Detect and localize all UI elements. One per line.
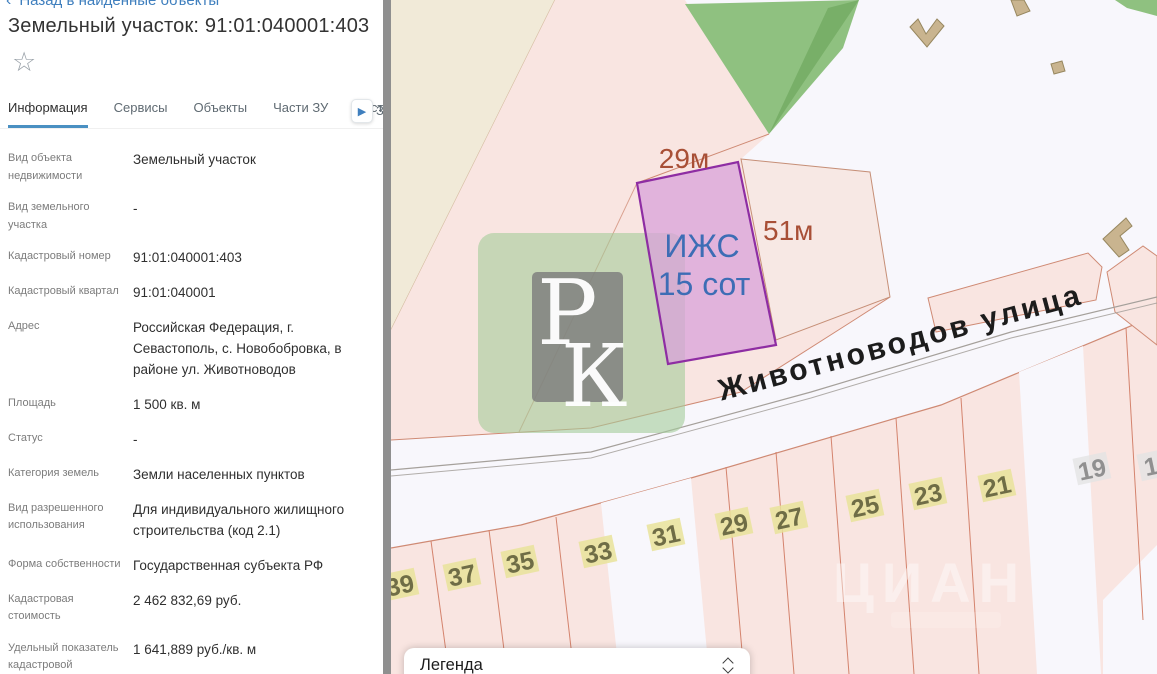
field-label: Удельный показатель кадастровой стоимост…: [8, 640, 133, 674]
legend-collapse-toggle-icon[interactable]: [722, 657, 734, 674]
field-value: Российская Федерация, г. Севастополь, с.…: [133, 318, 370, 381]
field-row: Вид объекта недвижимостиЗемельный участо…: [8, 150, 370, 185]
tab-objects[interactable]: Объекты: [193, 100, 247, 128]
svg-text:23: 23: [912, 478, 945, 511]
svg-text:31: 31: [650, 519, 683, 552]
svg-text:21: 21: [981, 470, 1014, 503]
field-value: 1 500 кв. м: [133, 395, 370, 416]
field-value: 1 641,889 руб./кв. м: [133, 640, 370, 674]
field-label: Вид земельного участка: [8, 199, 133, 234]
pkk-letter-k: К: [561, 327, 628, 427]
plot-area-label: 15 сот: [658, 266, 751, 302]
field-row: Форма собственностиГосударственная субъе…: [8, 556, 370, 577]
info-panel: ‹ Назад в найденные объекты Земельный уча…: [0, 0, 383, 674]
panel-scrollbar[interactable]: [383, 0, 391, 674]
back-chevron-icon: ‹: [6, 0, 11, 9]
svg-text:33: 33: [582, 536, 615, 569]
field-row: Кадастровый номер91:01:040001:403: [8, 248, 370, 269]
field-label: Кадастровый номер: [8, 248, 133, 269]
plot-length-label: 51м: [763, 215, 813, 246]
field-row: Вид земельного участка-: [8, 199, 370, 234]
field-label: Кадастровый квартал: [8, 283, 133, 304]
legend-bar[interactable]: Легенда: [404, 648, 750, 674]
field-label: Форма собственности: [8, 556, 133, 577]
tab-information[interactable]: Информация: [8, 100, 88, 128]
legend-title: Легенда: [420, 656, 722, 674]
vacant-plot: [601, 478, 709, 674]
field-label: Кадастровая стоимость: [8, 591, 133, 626]
map-canvas[interactable]: Р К 29м 51м ИЖС 15 сот Животноводов улиц…: [391, 0, 1157, 674]
svg-text:ЦИАН: ЦИАН: [833, 551, 1027, 614]
field-value: Для индивидуального жилищного строительс…: [133, 500, 370, 542]
field-value: 91:01:040001:403: [133, 248, 370, 269]
svg-text:29: 29: [718, 508, 751, 541]
field-row: Кадастровый квартал91:01:040001: [8, 283, 370, 304]
tabs-scroll-right-button[interactable]: ▶: [351, 99, 373, 123]
field-label: Категория земель: [8, 465, 133, 486]
field-label: Статус: [8, 430, 133, 451]
favorite-star-icon[interactable]: ☆: [6, 48, 42, 77]
field-label: Вид разрешенного использования: [8, 500, 133, 542]
field-value: 2 462 832,69 руб.: [133, 591, 370, 626]
plot-zone-label: ИЖС: [664, 228, 739, 264]
arrow-right-icon: ▶: [358, 105, 366, 118]
plot-width-label: 29м: [659, 143, 709, 174]
svg-text:35: 35: [504, 546, 537, 579]
field-row: Удельный показатель кадастровой стоимост…: [8, 640, 370, 674]
svg-text:19: 19: [1076, 453, 1109, 486]
cadastral-map-svg: Р К 29м 51м ИЖС 15 сот Животноводов улиц…: [391, 0, 1157, 674]
field-value: Земельный участок: [133, 150, 370, 185]
tab-bar: Информация Сервисы Объекты Части ЗУ Сост: [0, 92, 383, 129]
svg-text:27: 27: [773, 502, 806, 535]
tab-services[interactable]: Сервисы: [114, 100, 168, 128]
svg-text:37: 37: [446, 559, 479, 592]
field-value: Земли населенных пунктов: [133, 465, 370, 486]
attributes-list: Вид объекта недвижимостиЗемельный участо…: [8, 150, 370, 674]
field-label: Вид объекта недвижимости: [8, 150, 133, 185]
field-value: Государственная субъекта РФ: [133, 556, 370, 577]
field-value: -: [133, 199, 370, 234]
field-row: Категория земельЗемли населенных пунктов: [8, 465, 370, 486]
field-label: Адрес: [8, 318, 133, 381]
field-row: АдресРоссийская Федерация, г. Севастопол…: [8, 318, 370, 381]
field-value: 91:01:040001: [133, 283, 370, 304]
field-row: Площадь1 500 кв. м: [8, 395, 370, 416]
field-label: Площадь: [8, 395, 133, 416]
building-square: [1051, 61, 1065, 74]
tab-overflow-fragment: З: [376, 103, 383, 118]
field-row: Кадастровая стоимость2 462 832,69 руб.: [8, 591, 370, 626]
field-value: -: [133, 430, 370, 451]
back-link[interactable]: ‹ Назад в найденные объекты: [6, 0, 219, 10]
field-row: Статус-: [8, 430, 370, 451]
page-title: Земельный участок: 91:01:040001:403: [8, 15, 369, 38]
tab-parts[interactable]: Части ЗУ: [273, 100, 328, 128]
svg-text:25: 25: [849, 490, 882, 523]
field-row: Вид разрешенного использованияДля индиви…: [8, 500, 370, 542]
back-link-label: Назад в найденные объекты: [19, 0, 219, 9]
